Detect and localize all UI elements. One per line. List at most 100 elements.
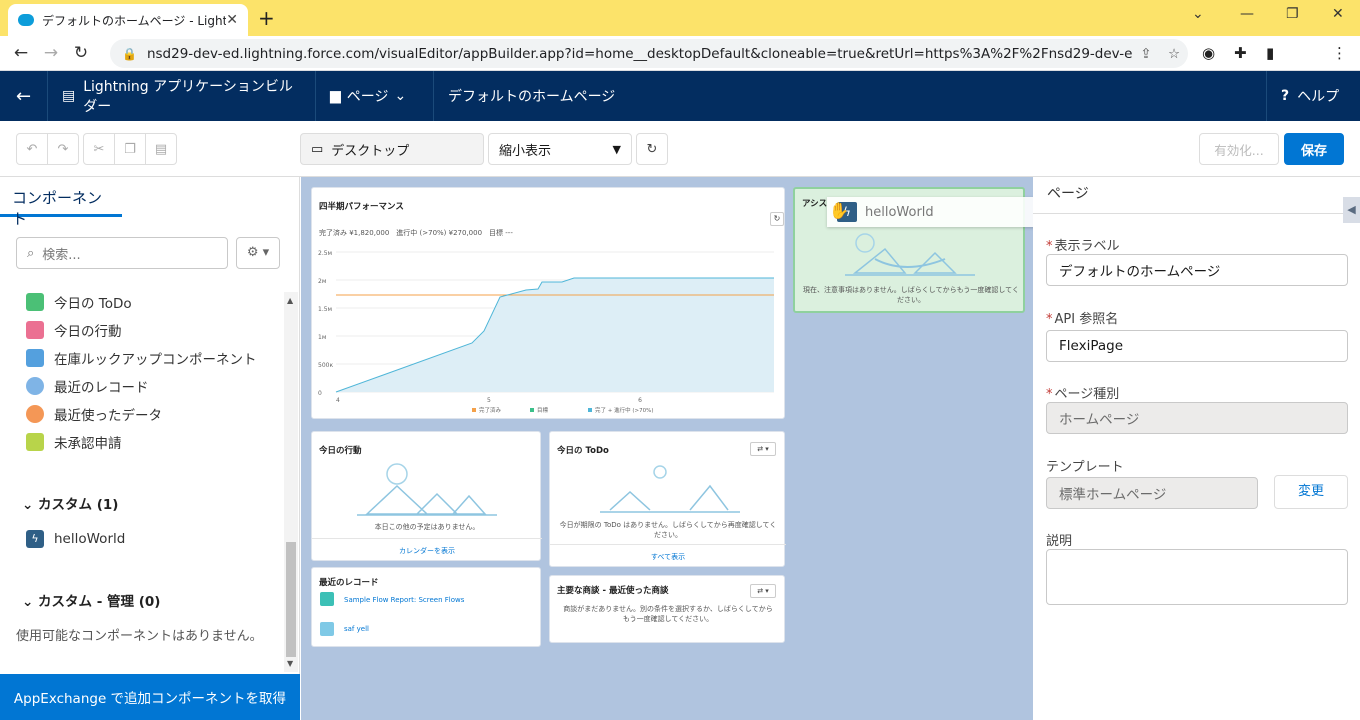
tab-components[interactable]: コンポーネント (0, 177, 122, 228)
collapse-panel-icon[interactable]: ◀ (1343, 197, 1360, 223)
gear-icon: ⚙ ▾ (246, 245, 270, 260)
legend-label: 完了済み (479, 406, 502, 414)
share-icon[interactable]: ⇪ (1132, 46, 1160, 62)
browser-tab[interactable]: デフォルトのホームページ - Lightning ✕ (8, 4, 248, 36)
refresh-icon[interactable]: ↻ (770, 212, 784, 226)
page-menu-label: ページ (346, 89, 389, 105)
reload-icon[interactable]: ↻ (66, 43, 96, 63)
view-all-link[interactable]: すべて表示 (550, 552, 786, 562)
cut-icon[interactable]: ✂ (83, 133, 115, 165)
search-input[interactable]: ⌕ 検索... (16, 237, 228, 269)
tab-search-icon[interactable]: ⌄ (1192, 6, 1204, 22)
recent-item-link[interactable]: Sample Flow Report: Screen Flows (344, 596, 464, 604)
component-item[interactable]: 最近のレコード (26, 375, 149, 397)
settings-gear-button[interactable]: ⚙ ▾ (236, 237, 280, 269)
sidepanel-icon[interactable]: ▮ (1266, 44, 1274, 62)
component-item[interactable]: 今日の行動 (26, 319, 122, 341)
undo-icon[interactable]: ↶ (16, 133, 48, 165)
todays-events-card[interactable]: 今日の行動 本日この他の予定はありません。 カレンダーを表示 (311, 431, 542, 561)
hammock-illustration (845, 233, 975, 276)
custom-section-header[interactable]: ⌄ カスタム (1) (22, 493, 118, 513)
field-label: 表示ラベル (1054, 239, 1120, 254)
card-title: 主要な商談 - 最近使った商談 (557, 586, 669, 596)
calendar-icon (26, 321, 44, 339)
filter-dropdown-icon[interactable]: ⇄ ▾ (750, 442, 776, 456)
address-bar-row: ← → ↻ 🔒 nsd29-dev-ed.lightning.force.com… (0, 36, 1360, 99)
filter-dropdown-icon[interactable]: ⇄ ▾ (750, 584, 776, 598)
back-arrow-icon[interactable]: ← (0, 71, 48, 121)
redo-icon[interactable]: ↷ (47, 133, 79, 165)
card-title: 最近のレコード (319, 578, 379, 588)
save-button[interactable]: 保存 (1284, 133, 1344, 165)
component-label: 最近使ったデータ (54, 408, 162, 424)
page-canvas[interactable]: 四半期パフォーマンス ↻ 完了済み ¥1,820,000 進行中 (>70%) … (301, 177, 1085, 720)
forward-icon[interactable]: → (36, 43, 66, 63)
card-title: 今日の行動 (319, 446, 362, 456)
close-window-icon[interactable]: ✕ (1332, 6, 1344, 22)
page-type-label: * ページ種別 (1046, 387, 1120, 402)
recent-records-card[interactable]: 最近のレコード Sample Flow Report: Screen Flows… (311, 567, 541, 647)
change-template-button[interactable]: 変更 (1274, 475, 1348, 509)
restore-icon[interactable]: ❐ (1286, 6, 1299, 22)
device-button[interactable]: ▭ デスクトップ (300, 133, 484, 165)
back-icon[interactable]: ← (6, 43, 36, 63)
app-window-icon: ▤ (62, 88, 76, 104)
assist-empty-text: 現在、注意事項はありません。しばらくしてからもう一度確認してください。 (803, 286, 1019, 304)
puzzle-icon[interactable]: ✚ (1234, 44, 1247, 62)
builder-toolbar: ↶ ↷ ✂ ❐ ▤ ▭ デスクトップ 縮小表示 ▼ ↻ 有効化... 保存 (0, 121, 1360, 177)
extension-icon[interactable]: ◉ (1202, 44, 1215, 62)
chevron-down-icon: ⌄ (22, 594, 39, 610)
help-icon: ? (1281, 88, 1290, 104)
menu-kebab-icon[interactable]: ⋮ (1332, 44, 1347, 62)
x-tick-label: 4 (336, 397, 340, 404)
url-bar[interactable]: 🔒 nsd29-dev-ed.lightning.force.com/visua… (110, 39, 1188, 68)
template-label: テンプレート (1046, 460, 1124, 475)
description-textarea[interactable] (1046, 549, 1348, 605)
todays-todo-card[interactable]: 今日の ToDo ⇄ ▾ 今日が期限の ToDo はありません。しばらくしてから… (549, 431, 786, 567)
appexchange-button[interactable]: AppExchange で追加コンポーネントを取得 (0, 674, 300, 720)
browser-tab-bar: デフォルトのホームページ - Lightning ✕ + ⌄ — ❐ ✕ (0, 0, 1360, 36)
recent-item-link[interactable]: saf yell (344, 625, 369, 633)
new-tab-button[interactable]: + (258, 6, 275, 30)
api-name-input[interactable]: FlexiPage (1046, 330, 1348, 362)
managed-section-header[interactable]: ⌄ カスタム - 管理 (0) (22, 590, 160, 610)
tab-page[interactable]: ページ (1047, 183, 1089, 203)
y-tick-label: 1.5м (318, 306, 332, 313)
close-tab-icon[interactable]: ✕ (226, 12, 238, 28)
component-item[interactable]: 今日の ToDo (26, 291, 132, 313)
app-builder-title: ▤ Lightning アプリケーションビルダー (48, 71, 316, 121)
component-item-helloworld[interactable]: ϟ helloWorld (26, 528, 125, 550)
minimize-icon[interactable]: — (1240, 6, 1254, 22)
legend-label: 目標 (537, 406, 549, 414)
component-item[interactable]: 在庫ルックアップコンポーネント (26, 347, 257, 369)
page-doc-icon: ▆ (330, 88, 341, 104)
page-title: デフォルトのホームページ (448, 89, 616, 105)
refresh-icon[interactable]: ↻ (636, 133, 668, 165)
scrollbar-thumb[interactable] (286, 542, 296, 657)
page-menu-button[interactable]: ▆ ページ ⌄ (316, 71, 434, 121)
todo-empty-text: 今日が期限の ToDo はありません。しばらくしてから再度確認してください。 (559, 521, 777, 539)
zoom-select[interactable]: 縮小表示 ▼ (488, 133, 632, 165)
paste-icon[interactable]: ▤ (145, 133, 177, 165)
component-label: 未承認申請 (54, 436, 122, 452)
scroll-down-icon[interactable]: ▼ (287, 659, 293, 668)
component-label: 今日の ToDo (54, 296, 132, 312)
help-button[interactable]: ? ヘルプ (1266, 71, 1360, 121)
component-label: 今日の行動 (54, 324, 122, 340)
component-item[interactable]: 未承認申請 (26, 431, 122, 453)
grab-cursor-icon: ✋ (829, 201, 849, 220)
view-calendar-link[interactable]: カレンダーを表示 (312, 546, 542, 556)
perf-stats: 完了済み ¥1,820,000 進行中 (>70%) ¥270,000 目標 -… (319, 229, 513, 237)
url-text: nsd29-dev-ed.lightning.force.com/visualE… (146, 45, 1132, 62)
report-icon (320, 592, 334, 606)
scroll-up-icon[interactable]: ▲ (287, 296, 293, 305)
quarterly-performance-card[interactable]: 四半期パフォーマンス ↻ 完了済み ¥1,820,000 進行中 (>70%) … (311, 187, 785, 419)
x-tick-label: 6 (638, 397, 642, 404)
key-deals-card[interactable]: 主要な商談 - 最近使った商談 ⇄ ▾ 商談がまだありません。別の条件を選択する… (549, 575, 785, 643)
copy-icon[interactable]: ❐ (114, 133, 146, 165)
bookmark-star-icon[interactable]: ☆ (1160, 46, 1188, 62)
display-label-input[interactable]: デフォルトのホームページ (1046, 254, 1348, 286)
zoom-label: 縮小表示 (499, 143, 552, 159)
component-item[interactable]: 最近使ったデータ (26, 403, 162, 425)
activate-button[interactable]: 有効化... (1199, 133, 1279, 165)
